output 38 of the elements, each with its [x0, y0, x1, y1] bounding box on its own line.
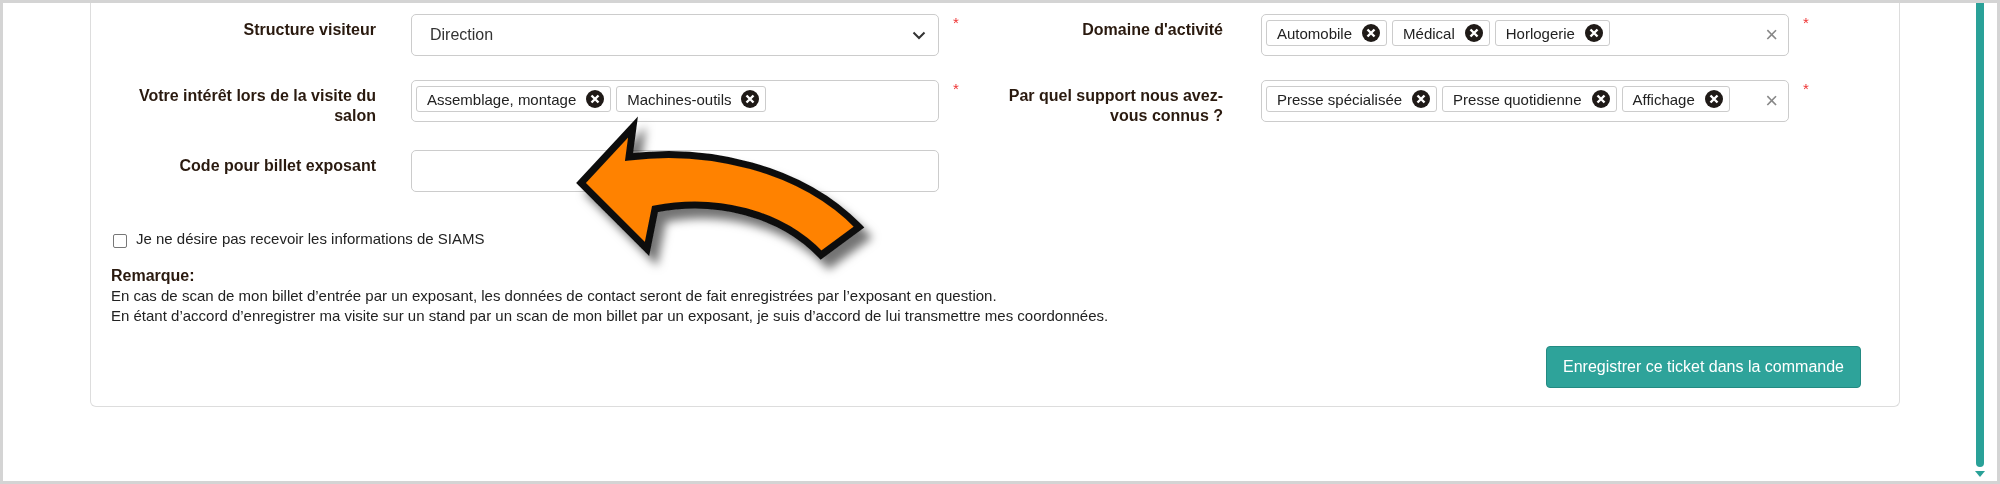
select-field[interactable]: Direction: [411, 14, 939, 56]
tag: Machines-outils: [616, 86, 767, 112]
required-mark: *: [1803, 80, 1809, 97]
tag: Automobile: [1266, 20, 1388, 46]
remove-icon[interactable]: [586, 90, 605, 108]
remove-icon[interactable]: [1584, 24, 1603, 42]
tag: Presse quotidienne: [1442, 86, 1617, 112]
tag: Horlogerie: [1494, 20, 1610, 46]
remark-text: En étant d’accord d’enregistrer ma visite sur un stand par un scan de mon billet par un exposant, je suis d’accord de lui transmettre mes coordonnées.: [111, 306, 1110, 326]
remove-icon[interactable]: [1362, 24, 1381, 42]
tag: Assemblage, montage: [416, 86, 612, 112]
field-label: Par quel support nous avez-vous connus ?: [1007, 86, 1223, 126]
tags-field[interactable]: Automobile Médical Horlogerie ×: [1261, 14, 1789, 56]
tags-field[interactable]: Presse spécialisée Presse quotidienne Affichage ×: [1261, 80, 1789, 122]
remove-icon[interactable]: [741, 90, 760, 108]
field-label: Votre intérêt lors de la visite du salon: [137, 86, 376, 126]
remove-icon[interactable]: [1704, 90, 1723, 108]
remark-title: Remarque:: [111, 266, 196, 286]
remove-icon[interactable]: [1464, 24, 1483, 42]
checkbox-label: Je ne désire pas recevoir les informations de SIAMS: [136, 229, 485, 247]
required-mark: *: [1803, 14, 1809, 31]
remark-text: En cas de scan de mon billet d’entrée par un exposant, les données de contact seront de fait enregistrées par l’exposant en question.: [111, 286, 998, 306]
tag: Médical: [1392, 20, 1490, 46]
remove-icon[interactable]: [1591, 90, 1610, 108]
chevron-down-icon: [912, 30, 926, 40]
checkbox[interactable]: [113, 234, 127, 248]
tag: Presse spécialisée: [1266, 86, 1438, 112]
scroll-down-icon[interactable]: [1975, 471, 1985, 477]
field-label: Structure visiteur: [243, 20, 376, 40]
required-mark: *: [953, 14, 959, 31]
required-mark: *: [953, 80, 959, 97]
tags-field[interactable]: Assemblage, montage Machines-outils: [411, 80, 939, 122]
tag: Affichage: [1621, 86, 1730, 112]
clear-button[interactable]: ×: [1765, 24, 1778, 46]
field-label: Domaine d'activité: [1082, 20, 1223, 40]
field-label: Code pour billet exposant: [179, 156, 376, 176]
clear-button[interactable]: ×: [1765, 90, 1778, 112]
remove-icon[interactable]: [1412, 90, 1431, 108]
